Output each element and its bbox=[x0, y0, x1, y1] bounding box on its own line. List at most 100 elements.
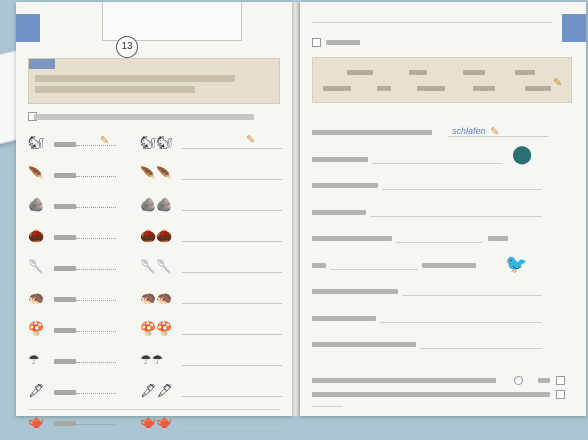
fill-dots[interactable] bbox=[76, 269, 116, 270]
word-row: 🦔 🦔🦔 bbox=[16, 285, 292, 316]
word-stub bbox=[54, 173, 76, 178]
bank-word bbox=[463, 70, 485, 75]
word-stub bbox=[54, 266, 76, 271]
sentence-row bbox=[312, 175, 562, 202]
fill-dots[interactable] bbox=[76, 362, 116, 363]
fill-dots[interactable] bbox=[76, 331, 116, 332]
plural-picture: 🖋🖋 bbox=[140, 383, 174, 398]
singular-picture: 🪶 bbox=[28, 166, 45, 181]
pencil-icon: ✎ bbox=[490, 126, 500, 138]
word-stub bbox=[54, 359, 76, 364]
task-text-line bbox=[35, 86, 195, 93]
instruction-text bbox=[34, 114, 254, 120]
bird-icon: 🐦 bbox=[505, 254, 528, 274]
answer-line[interactable] bbox=[372, 162, 502, 164]
plural-picture: 🪶🪶 bbox=[140, 166, 173, 181]
word-rows: 🐿 ✎ 🐿🐿 ✎ 🪶 🪶🪶 🪨 🪨🪨 🌰 � bbox=[16, 130, 292, 440]
answer-checkbox[interactable] bbox=[556, 390, 565, 399]
answer-line[interactable] bbox=[182, 210, 282, 211]
pencil-icon: ✎ bbox=[100, 135, 110, 147]
left-page: 13 🐿 ✎ 🐿🐿 ✎ 🪶 🪶🪶 🪨 🪨🪨 🌰 🌰🌰 🥄 🥄🥄 🦔 🦔🦔 🍄 🍄… bbox=[16, 2, 292, 429]
sentence-row bbox=[312, 334, 562, 361]
answer-line[interactable] bbox=[382, 189, 542, 190]
answer-line[interactable] bbox=[182, 148, 282, 149]
bank-word bbox=[323, 86, 351, 91]
handwritten-answer: schlafen bbox=[452, 126, 486, 136]
word-stub bbox=[54, 142, 76, 147]
task-checkbox[interactable] bbox=[312, 38, 321, 47]
page-number-badge: 13 bbox=[116, 36, 138, 58]
plural-picture: 🌰🌰 bbox=[140, 228, 173, 243]
fill-dots[interactable] bbox=[76, 300, 116, 301]
word-stub bbox=[54, 421, 76, 426]
bank-word bbox=[525, 86, 551, 91]
word-stub bbox=[54, 328, 76, 333]
singular-picture: 🦔 bbox=[28, 290, 45, 305]
sentence-text bbox=[312, 130, 432, 135]
title-box bbox=[102, 2, 242, 41]
sentence-text bbox=[312, 183, 378, 188]
word-row: ☂ ☂☂ bbox=[16, 347, 292, 378]
singular-picture: 🖋 bbox=[28, 383, 45, 398]
answer-line[interactable] bbox=[182, 179, 282, 180]
answer-line[interactable] bbox=[402, 295, 542, 296]
word-row: 🪶 🪶🪶 bbox=[16, 161, 292, 192]
answer-line[interactable] bbox=[182, 427, 282, 428]
answer-line[interactable] bbox=[182, 365, 282, 366]
answer-line[interactable] bbox=[380, 321, 542, 323]
sentence-row bbox=[312, 202, 562, 229]
word-row: 🫖 🫖🫖 bbox=[16, 409, 292, 440]
word-bank: ✎ bbox=[312, 57, 572, 103]
sentence-text bbox=[312, 156, 368, 162]
answer-line[interactable] bbox=[420, 348, 542, 349]
right-page: ✎ schlafen ✎ ⬤ 🐦 bbox=[300, 2, 586, 416]
fill-dots[interactable] bbox=[76, 176, 116, 177]
answer-line[interactable] bbox=[396, 242, 482, 243]
plural-picture: 🐿🐿 bbox=[140, 135, 174, 150]
fill-dots[interactable] bbox=[76, 393, 116, 394]
yes-checkbox[interactable] bbox=[514, 376, 523, 385]
sentence-text bbox=[312, 209, 366, 215]
sentence-text bbox=[312, 315, 376, 321]
fill-dots[interactable] bbox=[76, 424, 116, 425]
answer-line[interactable] bbox=[330, 268, 418, 270]
left-page-tab bbox=[16, 14, 40, 42]
bank-word bbox=[515, 70, 535, 75]
answer-line[interactable] bbox=[182, 303, 282, 304]
sentence-row bbox=[312, 228, 562, 255]
task-tag bbox=[29, 59, 55, 69]
fill-dots[interactable] bbox=[76, 145, 116, 146]
word-row: 🍄 🍄🍄 bbox=[16, 316, 292, 347]
fill-dots[interactable] bbox=[76, 238, 116, 239]
sentence-text bbox=[312, 289, 398, 294]
singular-picture: 🪨 bbox=[28, 197, 45, 212]
question-text bbox=[312, 378, 496, 383]
answer-line[interactable] bbox=[182, 396, 282, 397]
singular-picture: 🍄 bbox=[28, 321, 45, 336]
word-row: 🌰 🌰🌰 bbox=[16, 223, 292, 254]
bank-word bbox=[377, 86, 391, 91]
answer-line[interactable] bbox=[370, 215, 542, 217]
fill-dots[interactable] bbox=[76, 207, 116, 208]
pencil-icon: ✎ bbox=[246, 134, 256, 146]
word-row: 🖋 🖋🖋 bbox=[16, 378, 292, 409]
answer-line[interactable] bbox=[182, 272, 282, 273]
no-checkbox[interactable] bbox=[556, 376, 565, 385]
question-text bbox=[312, 392, 550, 397]
answer-line[interactable] bbox=[182, 241, 282, 242]
bank-word bbox=[409, 70, 427, 75]
no-label bbox=[538, 378, 550, 383]
bank-word bbox=[473, 86, 495, 91]
bank-word bbox=[347, 70, 373, 75]
book-spine bbox=[292, 2, 300, 416]
right-page-tab bbox=[562, 14, 586, 42]
task-label bbox=[326, 40, 360, 45]
plural-picture: ☂☂ bbox=[140, 352, 164, 367]
answer-line[interactable] bbox=[182, 334, 282, 335]
plural-picture: 🫖🫖 bbox=[140, 414, 173, 429]
footer-rule bbox=[312, 406, 342, 407]
sentence-text bbox=[422, 262, 476, 268]
sentence-text bbox=[312, 342, 416, 347]
plural-picture: 🥄🥄 bbox=[140, 259, 173, 274]
word-row: 🪨 🪨🪨 bbox=[16, 192, 292, 223]
